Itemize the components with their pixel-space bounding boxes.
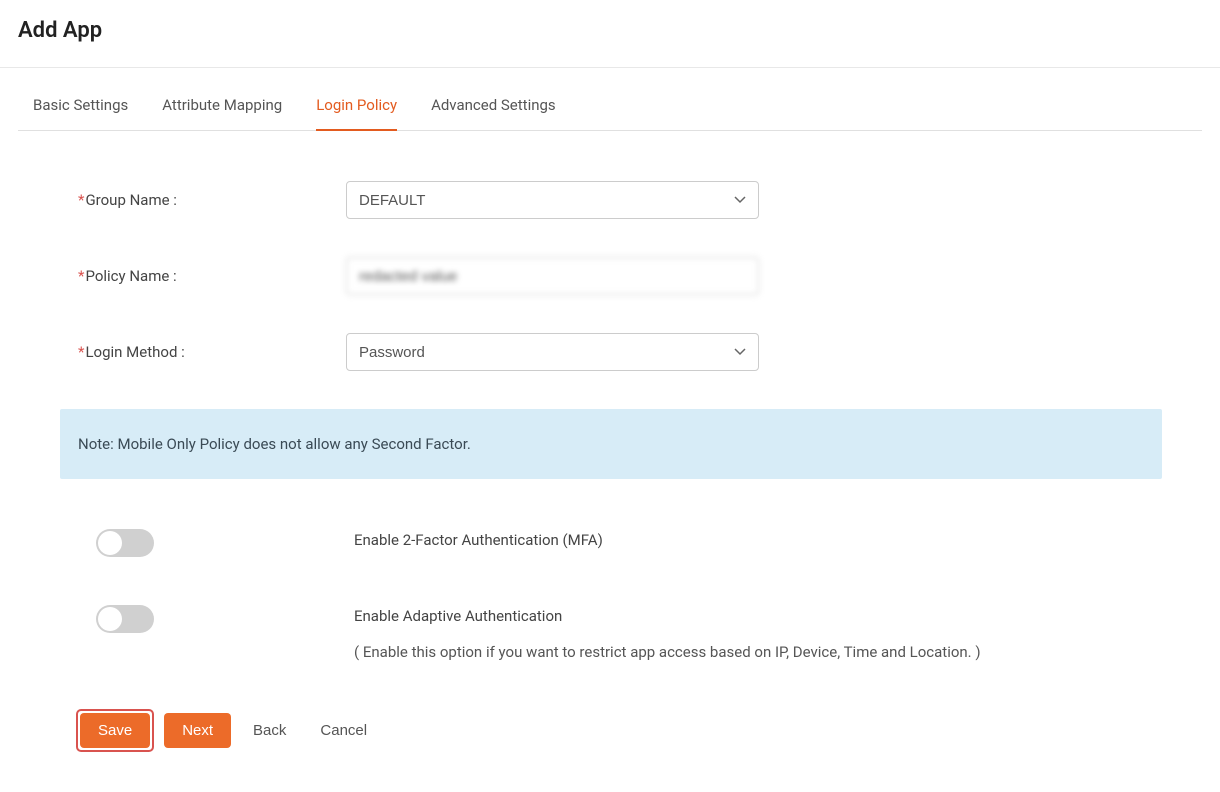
control-group-name: DEFAULT (346, 181, 759, 219)
toggle-section: Enable 2-Factor Authentication (MFA) Ena… (18, 529, 1202, 661)
required-asterisk: * (78, 191, 84, 209)
required-asterisk: * (78, 343, 84, 361)
select-login-method[interactable]: Password (346, 333, 759, 371)
page-header: Add App (0, 0, 1220, 68)
toggle-mfa-knob (98, 531, 122, 555)
label-login-method-text: Login Method : (85, 343, 184, 361)
label-group-name-text: Group Name : (85, 191, 176, 209)
toggle-adaptive-label: Enable Adaptive Authentication (354, 607, 981, 625)
tab-basic-settings[interactable]: Basic Settings (33, 78, 128, 130)
tab-login-policy[interactable]: Login Policy (316, 78, 397, 130)
row-group-name: *Group Name : DEFAULT (78, 181, 1202, 219)
toggle-adaptive-sub: ( Enable this option if you want to rest… (354, 643, 981, 661)
toggle-mfa-label: Enable 2-Factor Authentication (MFA) (354, 531, 603, 549)
label-group-name: *Group Name : (78, 191, 346, 209)
form-area: *Group Name : DEFAULT *Policy Name : *Lo… (18, 181, 1202, 371)
select-group-name[interactable]: DEFAULT (346, 181, 759, 219)
toggle-wrap-adaptive (96, 605, 354, 633)
back-button[interactable]: Back (241, 713, 298, 748)
cancel-button[interactable]: Cancel (308, 713, 379, 748)
note-box: Note: Mobile Only Policy does not allow … (60, 409, 1162, 479)
toggle-mfa[interactable] (96, 529, 154, 557)
label-policy-name: *Policy Name : (78, 267, 346, 285)
toggle-wrap-mfa (96, 529, 354, 557)
tab-advanced-settings[interactable]: Advanced Settings (431, 78, 556, 130)
label-policy-name-text: Policy Name : (85, 267, 176, 285)
page-title: Add App (18, 18, 1202, 43)
toggle-adaptive-knob (98, 607, 122, 631)
save-highlight-box: Save (76, 709, 154, 752)
main-content: Basic Settings Attribute Mapping Login P… (0, 78, 1220, 792)
row-adaptive-toggle: Enable Adaptive Authentication ( Enable … (96, 605, 1202, 661)
input-policy-name[interactable] (346, 257, 759, 295)
toggle-mfa-desc: Enable 2-Factor Authentication (MFA) (354, 529, 603, 549)
tab-attribute-mapping[interactable]: Attribute Mapping (162, 78, 282, 130)
required-asterisk: * (78, 267, 84, 285)
row-mfa-toggle: Enable 2-Factor Authentication (MFA) (96, 529, 1202, 557)
toggle-adaptive-desc: Enable Adaptive Authentication ( Enable … (354, 605, 981, 661)
tabs-bar: Basic Settings Attribute Mapping Login P… (18, 78, 1202, 131)
control-login-method: Password (346, 333, 759, 371)
toggle-adaptive[interactable] (96, 605, 154, 633)
label-login-method: *Login Method : (78, 343, 346, 361)
button-bar: Save Next Back Cancel (18, 709, 1202, 752)
row-policy-name: *Policy Name : (78, 257, 1202, 295)
save-button[interactable]: Save (80, 713, 150, 748)
control-policy-name (346, 257, 759, 295)
row-login-method: *Login Method : Password (78, 333, 1202, 371)
next-button[interactable]: Next (164, 713, 231, 748)
